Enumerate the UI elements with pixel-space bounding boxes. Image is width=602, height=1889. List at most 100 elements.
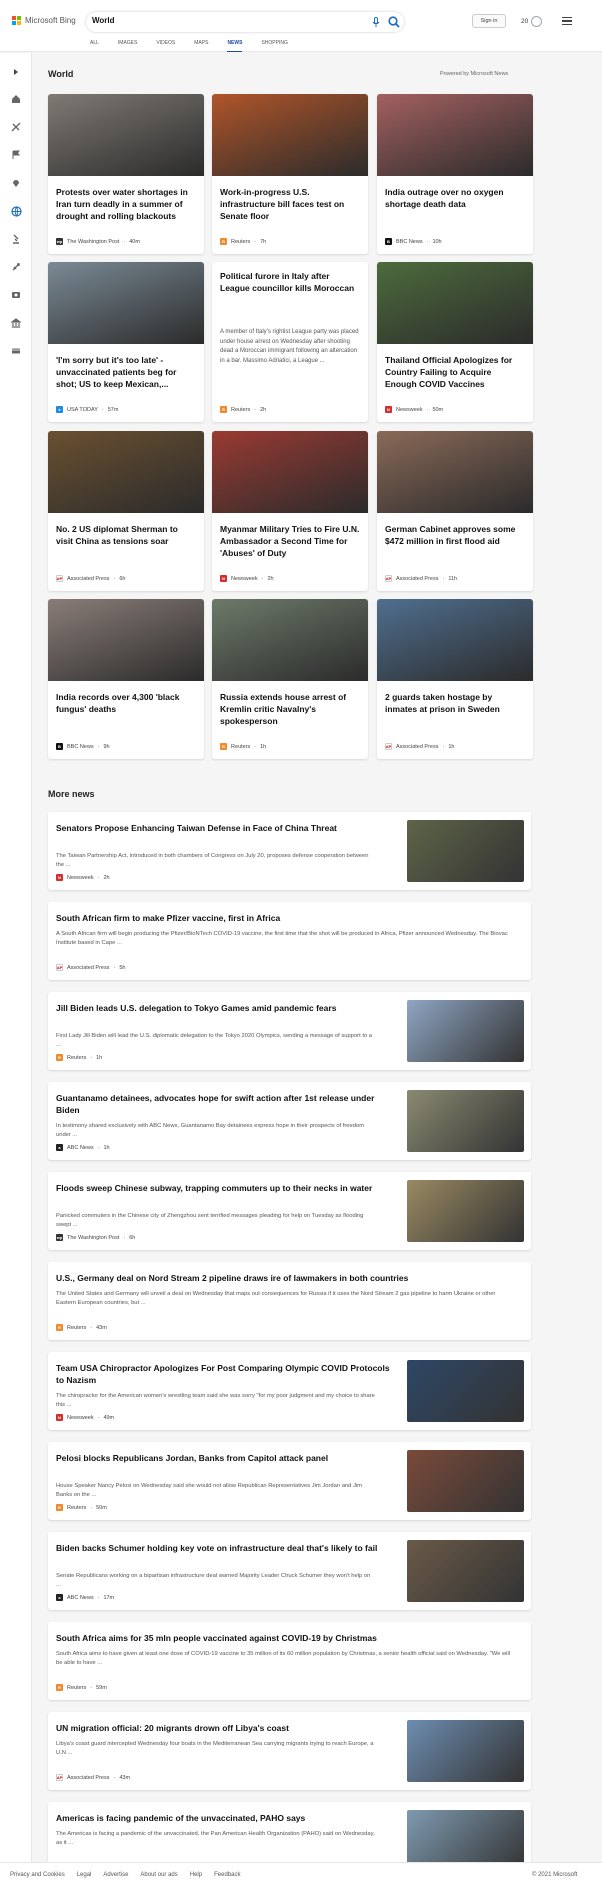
news-card[interactable]: German Cabinet approves some $472 millio… <box>377 431 533 591</box>
news-card-title[interactable]: 'I'm sorry but it's too late' - unvaccin… <box>56 354 196 390</box>
more-news-item[interactable]: Pelosi blocks Republicans Jordan, Banks … <box>48 1442 531 1520</box>
hamburger-menu-icon[interactable] <box>562 17 572 25</box>
news-card-image[interactable] <box>377 94 533 176</box>
tab-videos[interactable]: VIDEOS <box>156 40 175 52</box>
more-news-headline[interactable]: Americas is facing pandemic of the unvac… <box>56 1812 396 1824</box>
news-card-image[interactable] <box>212 599 368 681</box>
news-card-image[interactable] <box>212 94 368 176</box>
more-news-headline[interactable]: Guantanamo detainees, advocates hope for… <box>56 1092 396 1116</box>
tab-all[interactable]: ALL <box>90 40 99 52</box>
news-card[interactable]: Thailand Official Apologizes for Country… <box>377 262 533 422</box>
technology-icon[interactable] <box>10 261 22 273</box>
news-card[interactable]: Myanmar Military Tries to Fire U.N. Amba… <box>212 431 368 591</box>
tab-news[interactable]: NEWS <box>227 40 243 52</box>
location-icon[interactable] <box>10 177 22 189</box>
more-news-image[interactable] <box>407 1090 524 1152</box>
tab-shopping[interactable]: SHOPPING <box>261 40 287 52</box>
more-news-headline[interactable]: Team USA Chiropractor Apologizes For Pos… <box>56 1362 396 1386</box>
separator-dot: · <box>254 238 257 245</box>
home-icon[interactable] <box>10 93 22 105</box>
rewards-button[interactable]: 20 <box>521 16 543 27</box>
money-icon[interactable] <box>10 345 22 357</box>
news-card[interactable]: 'I'm sorry but it's too late' - unvaccin… <box>48 262 204 422</box>
news-card-title[interactable]: German Cabinet approves some $472 millio… <box>385 523 525 547</box>
more-news-image[interactable] <box>407 1180 524 1242</box>
news-card-image[interactable] <box>48 431 204 513</box>
more-news-headline[interactable]: Senators Propose Enhancing Taiwan Defens… <box>56 822 396 834</box>
tab-images[interactable]: IMAGES <box>118 40 137 52</box>
more-news-headline[interactable]: South African firm to make Pfizer vaccin… <box>56 912 516 924</box>
news-card-image[interactable] <box>377 431 533 513</box>
more-news-headline[interactable]: Jill Biden leads U.S. delegation to Toky… <box>56 1002 396 1014</box>
news-card-title[interactable]: Myanmar Military Tries to Fire U.N. Amba… <box>220 523 360 559</box>
separator-dot: · <box>442 743 445 750</box>
world-icon[interactable] <box>10 205 22 217</box>
more-news-headline[interactable]: South Africa aims for 35 mln people vacc… <box>56 1632 516 1644</box>
news-card[interactable]: Political furore in Italy after League c… <box>212 262 368 422</box>
more-news-item[interactable]: Floods sweep Chinese subway, trapping co… <box>48 1172 531 1250</box>
news-card[interactable]: 2 guards taken hostage by inmates at pri… <box>377 599 533 759</box>
news-card-image[interactable] <box>377 262 533 344</box>
more-news-headline[interactable]: Biden backs Schumer holding key vote on … <box>56 1542 396 1554</box>
news-card-image[interactable] <box>377 599 533 681</box>
more-news-item[interactable]: Guantanamo detainees, advocates hope for… <box>48 1082 531 1160</box>
news-card-title[interactable]: Russia extends house arrest of Kremlin c… <box>220 691 360 727</box>
microphone-icon[interactable] <box>370 16 382 28</box>
more-news-item[interactable]: Senators Propose Enhancing Taiwan Defens… <box>48 812 531 890</box>
news-card-title[interactable]: Work-in-progress U.S. infrastructure bil… <box>220 186 360 222</box>
more-news-item[interactable]: South African firm to make Pfizer vaccin… <box>48 902 531 980</box>
more-news-item[interactable]: U.S., Germany deal on Nord Stream 2 pipe… <box>48 1262 531 1340</box>
search-input[interactable]: World <box>92 16 115 25</box>
news-card[interactable]: Protests over water shortages in Iran tu… <box>48 94 204 254</box>
news-card[interactable]: India outrage over no oxygen shortage de… <box>377 94 533 254</box>
flag-icon[interactable] <box>10 149 22 161</box>
news-card-title[interactable]: India records over 4,300 'black fungus' … <box>56 691 196 715</box>
news-card[interactable]: Work-in-progress U.S. infrastructure bil… <box>212 94 368 254</box>
news-card-image[interactable] <box>212 431 368 513</box>
news-card-title[interactable]: 2 guards taken hostage by inmates at pri… <box>385 691 525 715</box>
sports-icon[interactable] <box>10 121 22 133</box>
more-news-image[interactable] <box>407 1450 524 1512</box>
politics-icon[interactable] <box>10 317 22 329</box>
more-news-image[interactable] <box>407 1720 524 1782</box>
footer-link[interactable]: About our ads <box>140 1872 177 1878</box>
news-card-image[interactable] <box>48 262 204 344</box>
news-card[interactable]: Russia extends house arrest of Kremlin c… <box>212 599 368 759</box>
more-news-item[interactable]: UN migration official: 20 migrants drown… <box>48 1712 531 1790</box>
footer-link[interactable]: Feedback <box>214 1872 240 1878</box>
news-card-title[interactable]: No. 2 US diplomat Sherman to visit China… <box>56 523 196 547</box>
entertainment-icon[interactable] <box>10 289 22 301</box>
sign-in-button[interactable]: Sign in <box>472 14 506 28</box>
more-news-headline[interactable]: Floods sweep Chinese subway, trapping co… <box>56 1182 396 1194</box>
footer-link[interactable]: Legal <box>77 1872 92 1878</box>
footer-link[interactable]: Help <box>190 1872 202 1878</box>
tab-maps[interactable]: MAPS <box>194 40 208 52</box>
expand-icon[interactable] <box>10 66 22 78</box>
search-box[interactable]: World <box>86 12 404 32</box>
more-news-headline[interactable]: Pelosi blocks Republicans Jordan, Banks … <box>56 1452 396 1464</box>
search-icon[interactable] <box>387 15 401 29</box>
more-news-headline[interactable]: UN migration official: 20 migrants drown… <box>56 1722 396 1734</box>
more-news-item[interactable]: Team USA Chiropractor Apologizes For Pos… <box>48 1352 531 1430</box>
footer-link[interactable]: Advertise <box>103 1872 128 1878</box>
more-news-image[interactable] <box>407 1360 524 1422</box>
science-icon[interactable] <box>10 233 22 245</box>
news-card-title[interactable]: Protests over water shortages in Iran tu… <box>56 186 196 222</box>
bing-logo[interactable]: Microsoft Bing <box>12 16 76 25</box>
more-news-image[interactable] <box>407 1000 524 1062</box>
more-news-description: Panicked commuters in the Chinese city o… <box>56 1213 364 1228</box>
news-card-image[interactable] <box>48 94 204 176</box>
news-card[interactable]: India records over 4,300 'black fungus' … <box>48 599 204 759</box>
news-card-title[interactable]: Political furore in Italy after League c… <box>220 270 360 294</box>
news-card-image[interactable] <box>48 599 204 681</box>
more-news-image[interactable] <box>407 1540 524 1602</box>
more-news-item[interactable]: South Africa aims for 35 mln people vacc… <box>48 1622 531 1700</box>
footer-link[interactable]: Privacy and Cookies <box>10 1872 65 1878</box>
more-news-item[interactable]: Jill Biden leads U.S. delegation to Toky… <box>48 992 531 1070</box>
more-news-item[interactable]: Biden backs Schumer holding key vote on … <box>48 1532 531 1610</box>
news-card-title[interactable]: Thailand Official Apologizes for Country… <box>385 354 525 390</box>
more-news-headline[interactable]: U.S., Germany deal on Nord Stream 2 pipe… <box>56 1272 516 1284</box>
news-card-title[interactable]: India outrage over no oxygen shortage de… <box>385 186 525 210</box>
news-card[interactable]: No. 2 US diplomat Sherman to visit China… <box>48 431 204 591</box>
more-news-image[interactable] <box>407 820 524 882</box>
